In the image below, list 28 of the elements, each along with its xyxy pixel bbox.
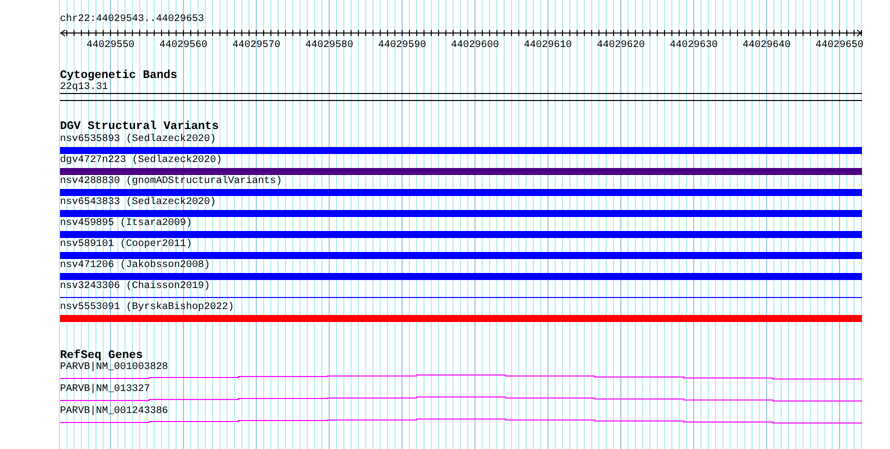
location-label: chr22:44029543..44029653 [60,14,204,26]
tick-label: 44029570 [232,40,280,51]
track-title: Cytogenetic Bands [60,70,178,82]
variant-label: nsv4288830 (gnomADStructuralVariants) [60,176,282,188]
variant-label: nsv6543833 (Sedlazeck2020) [60,197,216,209]
tick-label: 44029600 [451,40,500,51]
track-title: RefSeq Genes [60,350,143,362]
tick-label: 44029560 [159,40,208,51]
variant-label: nsv3243306 (Chaisson2019) [60,281,210,293]
tick-label: 44029650 [816,40,864,51]
variant-label: nsv6535893 (Sedlazeck2020) [60,134,216,146]
gene-label: PARVB|NM_013327 [60,384,150,396]
tick-label: 44029620 [596,40,645,51]
variant-label: nsv459895 (Itsara2009) [60,218,192,230]
gene-label: PARVB|NM_001003828 [60,362,168,374]
variant-label: nsv589101 (Cooper2011) [60,239,192,251]
track-title: DGV Structural Variants [60,121,219,133]
band-label: 22q13.31 [60,82,108,94]
gene-label: PARVB|NM_001243386 [60,406,168,418]
tick-label: 44029630 [670,40,718,51]
variant-label: nsv5553091 (ByrskaBishop2022) [60,302,234,314]
variant-label: nsv471206 (Jakobsson2008) [60,260,210,272]
tick-label: 44029610 [524,40,572,51]
tick-label: 44029580 [305,40,354,51]
tick-label: 44029590 [378,40,426,51]
tick-label: 44029640 [742,40,791,51]
variant-label: dgv4727n223 (Sedlazeck2020) [60,155,222,167]
tick-label: 44029550 [86,40,135,51]
